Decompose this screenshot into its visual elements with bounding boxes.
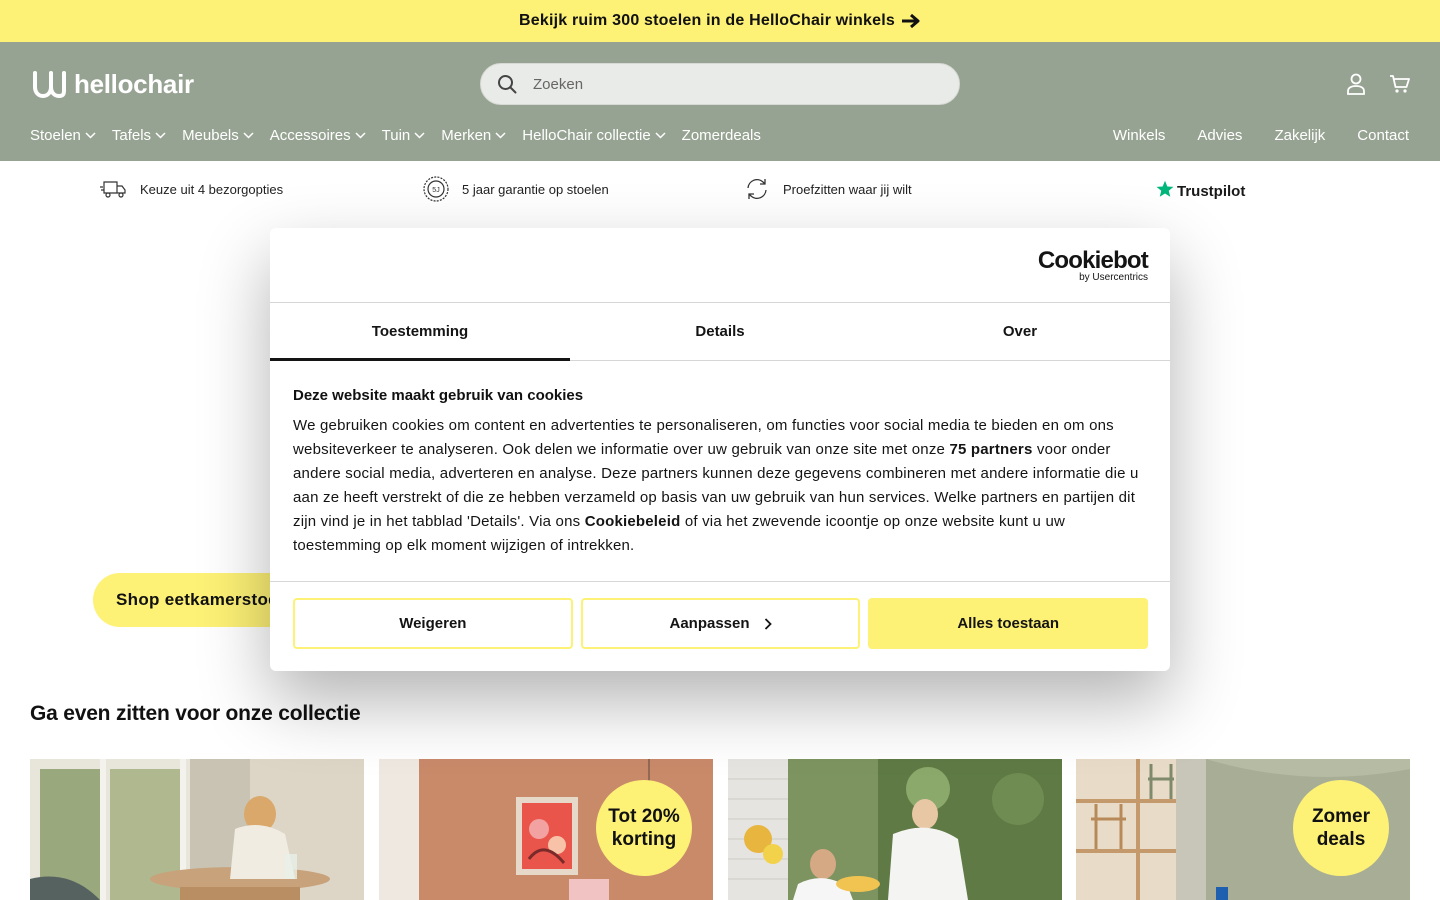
- cookiebot-brand: Cookiebot: [1037, 247, 1149, 274]
- cookie-dialog-body: Deze website maakt gebruik van cookies W…: [270, 361, 1170, 582]
- chevron-down-icon: [243, 131, 254, 139]
- collection-title: Ga even zitten voor onze collectie: [30, 702, 361, 725]
- partners-link[interactable]: 75 partners: [949, 441, 1032, 458]
- customize-button[interactable]: Aanpassen: [580, 598, 861, 649]
- nav-item-zakelijk[interactable]: Zakelijk: [1274, 127, 1325, 144]
- tab-toestemming[interactable]: Toestemming: [270, 303, 570, 361]
- trustpilot-label: Trustpilot: [1177, 182, 1246, 200]
- nav-item-merken[interactable]: Merken: [441, 127, 506, 144]
- collection-card[interactable]: [30, 759, 364, 900]
- collection-card[interactable]: Tot 20% korting: [379, 759, 713, 900]
- usp-text: Keuze uit 4 bezorgopties: [140, 181, 284, 197]
- warranty-seal-icon: 5J: [422, 175, 450, 203]
- discount-badge: Tot 20% korting: [596, 780, 692, 876]
- nav-item-stoelen[interactable]: Stoelen: [30, 127, 96, 144]
- logo-text: hellochair: [74, 69, 194, 99]
- zomer-deals-badge: Zomer deals: [1293, 780, 1389, 876]
- main-navigation: Stoelen Tafels Meubels Accessoires Tuin …: [30, 126, 777, 144]
- nav-item-contact[interactable]: Contact: [1357, 127, 1409, 144]
- cookie-dialog-header: Cookiebot by Usercentrics: [270, 228, 1170, 303]
- chevron-down-icon: [655, 131, 666, 139]
- refresh-icon: [743, 175, 771, 203]
- site-logo[interactable]: hellochair: [30, 69, 194, 100]
- tab-details[interactable]: Details: [570, 303, 870, 360]
- nav-item-zomerdeals[interactable]: Zomerdeals: [682, 127, 761, 144]
- cookiebot-logo[interactable]: Cookiebot by Usercentrics: [1037, 247, 1149, 284]
- usp-text: Proefzitten waar jij wilt: [783, 181, 912, 197]
- site-header: hellochair Stoelen Tafels Meubels Access…: [0, 42, 1440, 161]
- nav-item-tuin[interactable]: Tuin: [382, 127, 426, 144]
- trustpilot-widget[interactable]: Trustpilot: [1156, 180, 1245, 202]
- card-image: [728, 759, 1062, 900]
- usp-trial: Proefzitten waar jij wilt: [743, 175, 912, 203]
- nav-item-hellochair-collectie[interactable]: HelloChair collectie: [522, 127, 666, 144]
- chevron-down-icon: [85, 131, 96, 139]
- cookie-consent-dialog: Cookiebot by Usercentrics Toestemming De…: [270, 228, 1170, 671]
- star-icon: [1156, 180, 1174, 202]
- secondary-navigation: Winkels Advies Zakelijk Contact: [1081, 126, 1409, 144]
- logo-mark-icon: [33, 70, 66, 98]
- nav-item-accessoires[interactable]: Accessoires: [270, 127, 366, 144]
- search-bar[interactable]: [480, 63, 960, 105]
- usp-warranty: 5J 5 jaar garantie op stoelen: [422, 175, 609, 203]
- nav-item-advies[interactable]: Advies: [1197, 127, 1242, 144]
- cookie-policy-link[interactable]: Cookiebeleid: [585, 513, 681, 530]
- decline-button[interactable]: Weigeren: [293, 598, 573, 649]
- usp-delivery: Keuze uit 4 bezorgopties: [100, 175, 283, 203]
- tab-over[interactable]: Over: [870, 303, 1170, 360]
- accept-all-button[interactable]: Alles toestaan: [868, 598, 1149, 649]
- cookie-tabs: Toestemming Details Over: [270, 303, 1170, 361]
- chevron-down-icon: [155, 131, 166, 139]
- card-image: [30, 759, 364, 900]
- account-icon[interactable]: [1344, 72, 1368, 96]
- collection-card[interactable]: Zomer deals: [1076, 759, 1410, 900]
- nav-item-winkels[interactable]: Winkels: [1113, 127, 1166, 144]
- cookie-description: We gebruiken cookies om content en adver…: [293, 417, 1139, 554]
- svg-text:5J: 5J: [432, 187, 439, 194]
- chevron-down-icon: [495, 131, 506, 139]
- collection-cards: Tot 20% korting Zomer deals: [30, 759, 1410, 900]
- cookie-title: Deze website maakt gebruik van cookies: [293, 387, 584, 404]
- nav-item-tafels[interactable]: Tafels: [112, 127, 166, 144]
- chevron-down-icon: [414, 131, 425, 139]
- chevron-down-icon: [355, 131, 366, 139]
- usp-text: 5 jaar garantie op stoelen: [462, 181, 609, 197]
- nav-item-meubels[interactable]: Meubels: [182, 127, 254, 144]
- arrow-right-icon: [901, 13, 921, 29]
- cookie-buttons: Weigeren Aanpassen Alles toestaan: [293, 598, 1149, 650]
- chevron-right-icon: [764, 617, 772, 630]
- cart-icon[interactable]: [1388, 72, 1412, 96]
- announcement-bar[interactable]: Bekijk ruim 300 stoelen in de HelloChair…: [0, 0, 1440, 42]
- announcement-text[interactable]: Bekijk ruim 300 stoelen in de HelloChair…: [519, 12, 895, 30]
- search-icon: [497, 73, 519, 95]
- search-input[interactable]: [531, 74, 911, 94]
- delivery-truck-icon: [100, 175, 128, 203]
- collection-card[interactable]: [728, 759, 1062, 900]
